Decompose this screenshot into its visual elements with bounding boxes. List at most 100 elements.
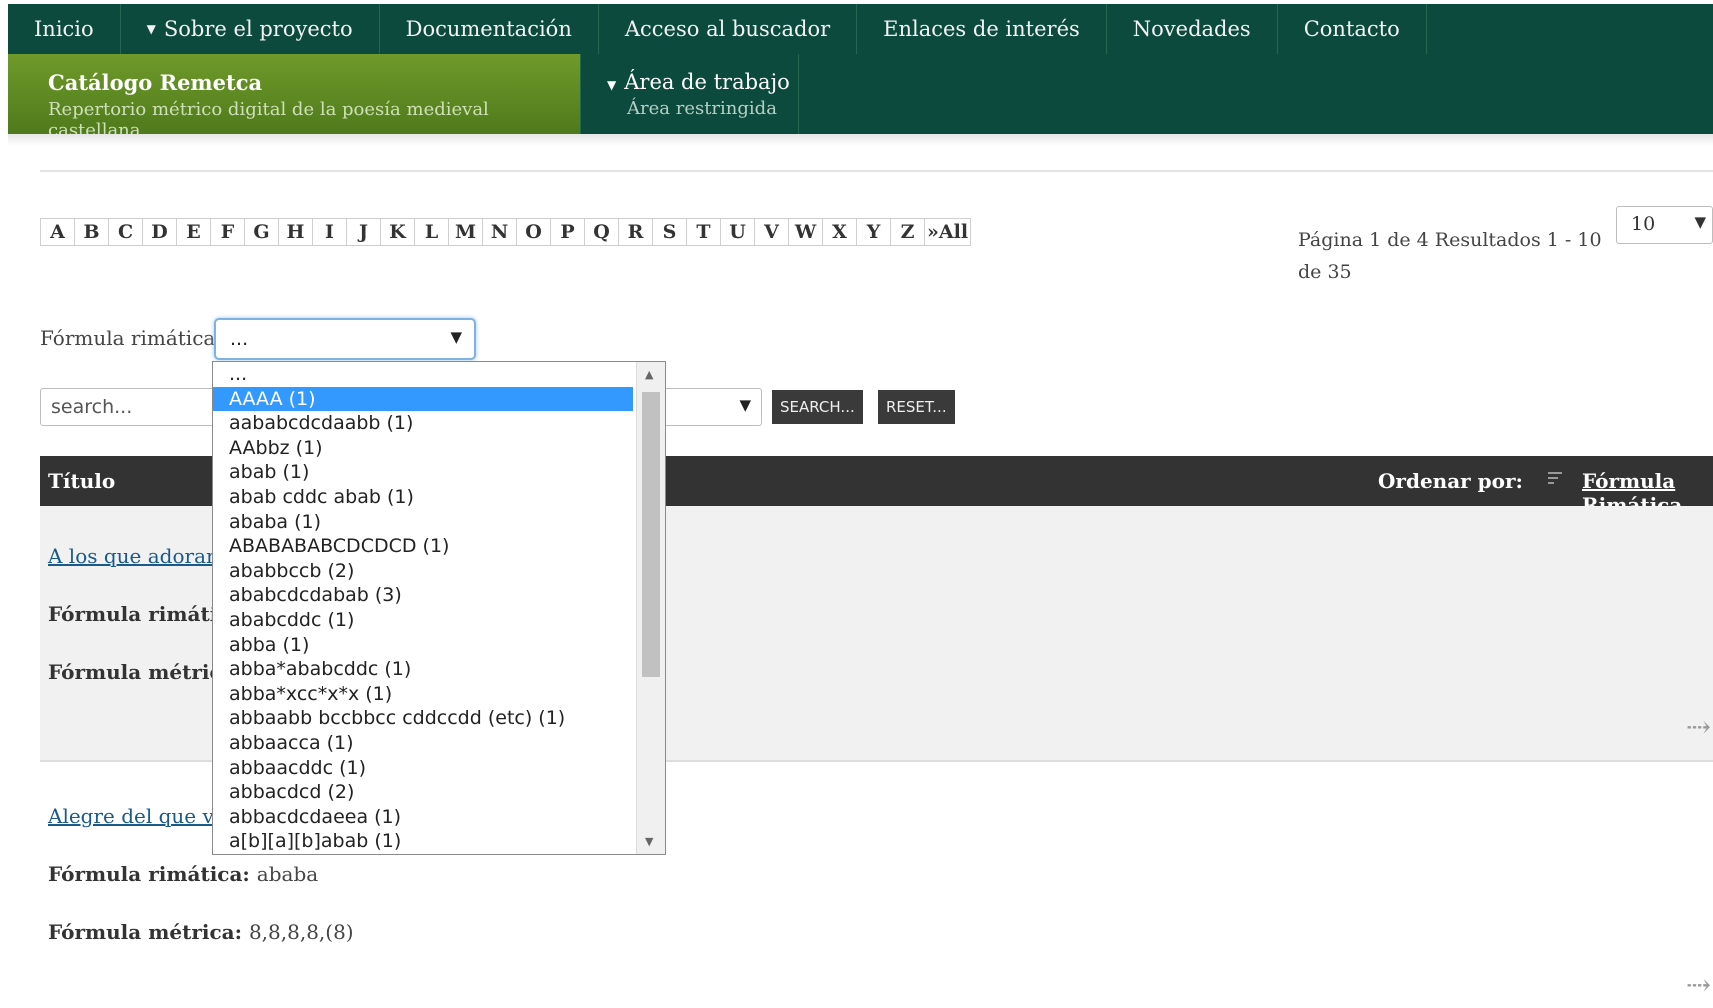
work-title: Área de trabajo xyxy=(624,70,790,94)
alphabet-letter-d[interactable]: D xyxy=(143,219,177,245)
rhyme-formula-select[interactable]: ... ▼ xyxy=(214,318,476,360)
next-arrow-icon[interactable]: ⇢ xyxy=(1686,710,1711,745)
dropdown-option[interactable]: abba (1) xyxy=(213,633,633,658)
per-page-value: 10 xyxy=(1631,213,1656,235)
alphabet-letter-x[interactable]: X xyxy=(823,219,857,245)
alphabet-letter-p[interactable]: P xyxy=(551,219,585,245)
order-by-label: Ordenar por: xyxy=(1378,469,1523,493)
caret-down-icon: ▼ xyxy=(450,328,462,346)
rhyme-value: ababa xyxy=(256,862,319,886)
dropdown-option[interactable]: abbaacddc (1) xyxy=(213,756,633,781)
nav-item-novedades[interactable]: Novedades xyxy=(1107,4,1278,54)
rhyme-formula-dropdown-list[interactable]: ... AAAA (1) aababcdcdaabb (1) AAbbz (1) aba… xyxy=(212,361,666,855)
alphabet-letter-u[interactable]: U xyxy=(721,219,755,245)
dropdown-option[interactable]: ababcddc (1) xyxy=(213,608,633,633)
dropdown-option[interactable]: ... xyxy=(213,362,633,387)
work-subtitle: Área restringida xyxy=(627,98,777,119)
main-navigation: Inicio ▼ Sobre el proyecto Documentación … xyxy=(8,4,1713,141)
result-metric-formula: Fórmula métrica: 8,8,8,8,(8) xyxy=(48,920,354,944)
dropdown-option[interactable]: abbaacca (1) xyxy=(213,731,633,756)
dropdown-option[interactable]: ababbccb (2) xyxy=(213,559,633,584)
alphabet-letter-z[interactable]: Z xyxy=(891,219,925,245)
dropdown-option[interactable]: ababcdcdabab (3) xyxy=(213,583,633,608)
nav-item-label: Documentación xyxy=(405,17,572,41)
nav-top-row: Inicio ▼ Sobre el proyecto Documentación … xyxy=(8,4,1427,54)
caret-down-icon: ▼ xyxy=(739,396,751,414)
nav-item-label: Acceso al buscador xyxy=(624,17,831,41)
per-page-select[interactable]: 10 ▼ xyxy=(1616,206,1713,244)
alphabet-letter-q[interactable]: Q xyxy=(585,219,619,245)
dropdown-option[interactable]: abab cddc abab (1) xyxy=(213,485,633,510)
next-arrow-icon[interactable]: ⇢ xyxy=(1686,968,1711,1003)
nav-item-enlaces-de-interes[interactable]: Enlaces de interés xyxy=(857,4,1107,54)
alphabet-letter-a[interactable]: A xyxy=(41,219,75,245)
scroll-down-icon[interactable]: ▼ xyxy=(645,835,653,848)
alphabet-letter-c[interactable]: C xyxy=(109,219,143,245)
nav-item-sobre-el-proyecto[interactable]: ▼ Sobre el proyecto xyxy=(121,4,380,54)
scroll-up-icon[interactable]: ▲ xyxy=(645,368,653,381)
pagination-info: Página 1 de 4 Resultados 1 - 10 de 35 xyxy=(1298,229,1602,283)
scrollbar-thumb[interactable] xyxy=(642,392,660,677)
dropdown-option[interactable]: ABABABABCDCDCD (1) xyxy=(213,534,633,559)
alphabet-letter-e[interactable]: E xyxy=(177,219,211,245)
search-button[interactable]: SEARCH... xyxy=(772,390,863,424)
alphabet-letter-h[interactable]: H xyxy=(279,219,313,245)
alphabet-letter-m[interactable]: M xyxy=(449,219,483,245)
dropdown-option[interactable]: abbacdcdaeea (1) xyxy=(213,805,633,830)
alphabet-letter-t[interactable]: T xyxy=(687,219,721,245)
dropdown-option[interactable]: ababa (1) xyxy=(213,510,633,535)
alphabet-letter-b[interactable]: B xyxy=(75,219,109,245)
result-title-link[interactable]: A los que adoran xyxy=(48,544,219,568)
nav-item-label: Contacto xyxy=(1303,17,1400,41)
sort-icon[interactable] xyxy=(1548,472,1566,490)
brand-catalogo-remetca[interactable]: Catálogo Remetca Repertorio métrico digi… xyxy=(8,54,581,141)
dropdown-option[interactable]: AAbbz (1) xyxy=(213,436,633,461)
alphabet-letter-w[interactable]: W xyxy=(789,219,823,245)
alphabet-letter-n[interactable]: N xyxy=(483,219,517,245)
dropdown-option[interactable]: AAAA (1) xyxy=(213,386,633,412)
alphabet-letter-k[interactable]: K xyxy=(381,219,415,245)
dropdown-option[interactable]: abba*ababcddc (1) xyxy=(213,657,633,682)
alphabet-letter-r[interactable]: R xyxy=(619,219,653,245)
dropdown-option[interactable]: abbaabb bccbbcc cddccdd (etc) (1) xyxy=(213,706,633,731)
alphabet-letter-f[interactable]: F xyxy=(211,219,245,245)
result-rhyme-formula: Fórmula rimática: ababa xyxy=(48,862,318,886)
nav-item-area-de-trabajo[interactable]: ▼ Área de trabajo Área restringida xyxy=(581,54,799,134)
dropdown-scrollbar[interactable]: ▲ ▼ xyxy=(636,362,665,854)
caret-down-icon: ▼ xyxy=(607,78,617,92)
alphabet-letter-v[interactable]: V xyxy=(755,219,789,245)
result-title-link[interactable]: Alegre del que vo xyxy=(48,804,226,828)
brand-title: Catálogo Remetca xyxy=(48,70,263,95)
nav-item-contacto[interactable]: Contacto xyxy=(1278,4,1427,54)
dropdown-option[interactable]: abbacdcd (2) xyxy=(213,780,633,805)
alphabet-letter-s[interactable]: S xyxy=(653,219,687,245)
dropdown-option[interactable]: abab (1) xyxy=(213,460,633,485)
reset-button[interactable]: RESET... xyxy=(878,390,955,424)
dropdown-option[interactable]: a[b][a][b]abab (1) xyxy=(213,829,633,854)
dropdown-option[interactable]: abba*xcc*x*x (1) xyxy=(213,682,633,707)
nav-bottom-row: Catálogo Remetca Repertorio métrico digi… xyxy=(8,54,799,141)
nav-item-label: Enlaces de interés xyxy=(883,17,1080,41)
dropdown-option[interactable]: aababcdcdaabb (1) xyxy=(213,411,633,436)
alphabet-letter-y[interactable]: Y xyxy=(857,219,891,245)
title-column-header: Título xyxy=(48,469,116,493)
nav-item-label: Sobre el proyecto xyxy=(163,17,353,41)
alphabet-letter-j[interactable]: J xyxy=(347,219,381,245)
metric-label: Fórmula métrica: xyxy=(48,920,242,944)
divider xyxy=(40,170,1713,172)
alphabet-letter-g[interactable]: G xyxy=(245,219,279,245)
nav-item-acceso-al-buscador[interactable]: Acceso al buscador xyxy=(599,4,858,54)
metric-value: 8,8,8,8,(8) xyxy=(248,920,354,944)
alphabet-letter-i[interactable]: I xyxy=(313,219,347,245)
nav-shadow xyxy=(8,134,1713,146)
alphabet-letter-all[interactable]: »All xyxy=(925,219,970,245)
search-placeholder: search... xyxy=(51,396,133,418)
alphabet-letter-o[interactable]: O xyxy=(517,219,551,245)
nav-item-label: Inicio xyxy=(34,17,94,41)
rhyme-label: Fórmula rimática: xyxy=(48,862,250,886)
nav-item-inicio[interactable]: Inicio xyxy=(8,4,121,54)
alphabet-letter-l[interactable]: L xyxy=(415,219,449,245)
nav-item-documentacion[interactable]: Documentación xyxy=(380,4,599,54)
rhyme-formula-value: ... xyxy=(230,328,249,350)
nav-item-label: Novedades xyxy=(1132,17,1251,41)
